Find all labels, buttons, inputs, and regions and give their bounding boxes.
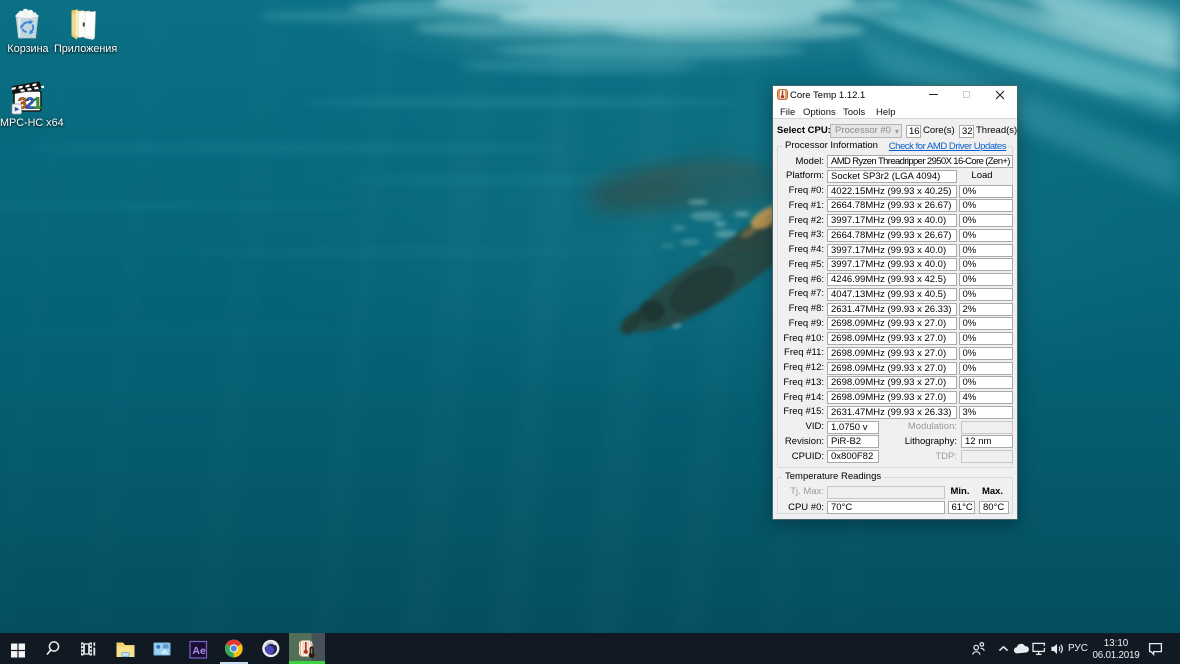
svg-text:1: 1 — [33, 96, 42, 113]
svg-text:Ae: Ae — [192, 645, 206, 657]
